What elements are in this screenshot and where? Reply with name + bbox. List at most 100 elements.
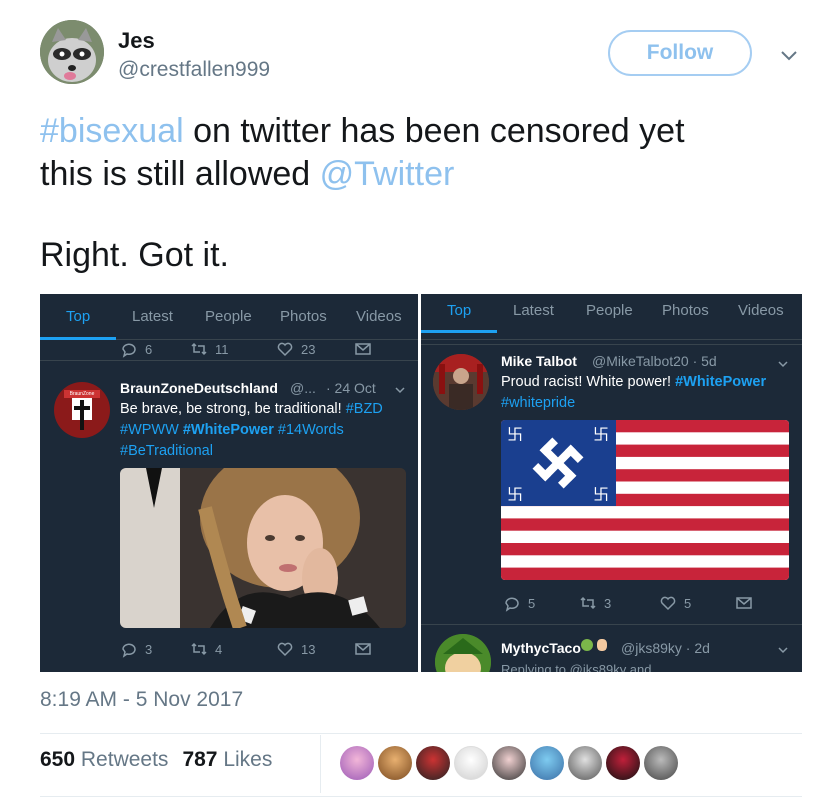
svg-text:卐: 卐 bbox=[593, 425, 609, 444]
reply-action[interactable]: 6 bbox=[120, 340, 152, 358]
post-image[interactable] bbox=[120, 468, 406, 628]
tab-people[interactable]: People bbox=[586, 302, 633, 319]
post-avatar[interactable]: BraunZone bbox=[54, 382, 110, 438]
post-avatar[interactable] bbox=[433, 354, 489, 410]
retweet-count: 4 bbox=[215, 641, 223, 657]
tab-people[interactable]: People bbox=[205, 308, 252, 325]
dm-action[interactable] bbox=[354, 340, 372, 358]
mention-link[interactable]: @Twitter bbox=[320, 155, 455, 193]
liker-avatar[interactable] bbox=[530, 746, 564, 780]
liker-avatar[interactable] bbox=[606, 746, 640, 780]
dm-action[interactable] bbox=[354, 640, 372, 658]
reply-icon bbox=[122, 643, 136, 658]
reply-action[interactable]: 3 bbox=[120, 640, 152, 658]
chevron-down-icon[interactable] bbox=[394, 384, 406, 396]
hashtag-link[interactable]: #BeTraditional bbox=[120, 443, 213, 459]
tweet-timestamp[interactable]: 8:19 AM - 5 Nov 2017 bbox=[40, 688, 243, 712]
divider bbox=[40, 796, 802, 797]
tweet-stats: 650 Retweets 787 Likes bbox=[40, 748, 272, 772]
chevron-down-icon[interactable] bbox=[777, 358, 789, 370]
dm-action[interactable] bbox=[735, 594, 753, 612]
hashtag-link[interactable]: #14Words bbox=[278, 422, 344, 438]
replying-to: Replying to @jks89ky and bbox=[501, 662, 652, 672]
retweet-icon bbox=[580, 596, 596, 610]
post-avatar[interactable] bbox=[435, 634, 491, 672]
liker-avatar[interactable] bbox=[492, 746, 526, 780]
hashtag-link[interactable]: #WPWW bbox=[120, 422, 179, 438]
tweet-header: Jes @crestfallen999 Follow bbox=[40, 18, 800, 88]
user-display-name[interactable]: Jes bbox=[118, 28, 155, 54]
retweet-count: 3 bbox=[604, 595, 612, 611]
reply-icon bbox=[505, 597, 519, 612]
active-tab-indicator bbox=[421, 330, 497, 333]
retweet-action[interactable]: 4 bbox=[190, 640, 222, 658]
embedded-screenshot-right[interactable]: Top Latest People Photos Videos Mike Tal… bbox=[421, 294, 802, 672]
like-action[interactable]: 23 bbox=[276, 340, 315, 358]
post-author-handle[interactable]: @MikeTalbot20 · 5d bbox=[592, 353, 717, 369]
divider bbox=[421, 624, 802, 625]
post-body: Be brave, be strong, be traditional! #BZ… bbox=[120, 399, 410, 462]
post-text: Be brave, be strong, be traditional! bbox=[120, 401, 346, 417]
retweets-count: 650 bbox=[40, 748, 76, 771]
divider bbox=[40, 360, 418, 361]
search-tabs: Top Latest People Photos Videos bbox=[40, 294, 418, 340]
retweets-stat[interactable]: 650 Retweets bbox=[40, 748, 168, 772]
hashtag-link[interactable]: #whitepride bbox=[501, 395, 575, 411]
user-avatar[interactable] bbox=[40, 20, 104, 84]
liker-avatar[interactable] bbox=[340, 746, 374, 780]
envelope-icon bbox=[355, 343, 371, 355]
hashtag-link[interactable]: #BZD bbox=[346, 401, 383, 417]
reply-count: 5 bbox=[528, 595, 536, 611]
divider bbox=[320, 735, 321, 793]
like-action[interactable]: 13 bbox=[276, 640, 315, 658]
hashtag-link[interactable]: #WhitePower bbox=[675, 374, 766, 390]
liker-avatar[interactable] bbox=[378, 746, 412, 780]
retweet-count: 11 bbox=[215, 341, 229, 357]
divider bbox=[421, 344, 802, 345]
post-author-name[interactable]: BraunZoneDeutschland bbox=[120, 380, 278, 396]
search-tabs: Top Latest People Photos Videos bbox=[421, 294, 802, 340]
tab-latest[interactable]: Latest bbox=[132, 308, 173, 325]
tab-latest[interactable]: Latest bbox=[513, 302, 554, 319]
post-image[interactable]: 卐 卐 卐 卐 bbox=[501, 420, 789, 580]
svg-text:卐: 卐 bbox=[507, 425, 523, 444]
post-author-name[interactable]: MythycTaco bbox=[501, 640, 581, 656]
liker-avatar[interactable] bbox=[454, 746, 488, 780]
likes-label: Likes bbox=[223, 748, 273, 771]
heart-icon bbox=[660, 596, 676, 611]
user-handle[interactable]: @crestfallen999 bbox=[118, 58, 270, 82]
liker-avatar[interactable] bbox=[568, 746, 602, 780]
follow-button[interactable]: Follow bbox=[608, 30, 752, 76]
reply-action[interactable]: 5 bbox=[503, 594, 535, 612]
tab-top[interactable]: Top bbox=[447, 302, 471, 319]
likes-stat[interactable]: 787 Likes bbox=[182, 748, 272, 772]
heart-icon bbox=[277, 342, 293, 357]
tab-photos[interactable]: Photos bbox=[280, 308, 327, 325]
post-author-handle[interactable]: @jks89ky · 2d bbox=[621, 640, 710, 656]
tab-videos[interactable]: Videos bbox=[356, 308, 402, 325]
post-body: Proud racist! White power! #WhitePower #… bbox=[501, 372, 797, 414]
retweet-action[interactable]: 3 bbox=[579, 594, 611, 612]
tab-videos[interactable]: Videos bbox=[738, 302, 784, 319]
like-count: 23 bbox=[301, 341, 316, 357]
chevron-down-icon[interactable] bbox=[778, 44, 800, 66]
like-action[interactable]: 5 bbox=[659, 594, 691, 612]
retweet-icon bbox=[191, 342, 207, 356]
divider bbox=[40, 733, 802, 734]
hashtag-link[interactable]: #WhitePower bbox=[183, 422, 274, 438]
chevron-down-icon[interactable] bbox=[777, 644, 789, 656]
tweet-text-segment: this is still allowed bbox=[40, 155, 320, 193]
post-author-name[interactable]: Mike Talbot bbox=[501, 353, 577, 369]
hashtag-link[interactable]: #bisexual bbox=[40, 112, 184, 150]
svg-text:卐: 卐 bbox=[507, 485, 523, 504]
reply-count: 6 bbox=[145, 341, 153, 357]
tab-top[interactable]: Top bbox=[66, 308, 90, 325]
liker-avatar[interactable] bbox=[644, 746, 678, 780]
frog-emoji-icon bbox=[581, 639, 593, 651]
liker-avatar[interactable] bbox=[416, 746, 450, 780]
reply-icon bbox=[122, 343, 136, 358]
tab-photos[interactable]: Photos bbox=[662, 302, 709, 319]
embedded-screenshot-left[interactable]: Top Latest People Photos Videos 6 11 23 … bbox=[40, 294, 418, 672]
retweet-action[interactable]: 11 bbox=[190, 340, 229, 358]
post-author-handle[interactable]: @... bbox=[290, 380, 316, 396]
